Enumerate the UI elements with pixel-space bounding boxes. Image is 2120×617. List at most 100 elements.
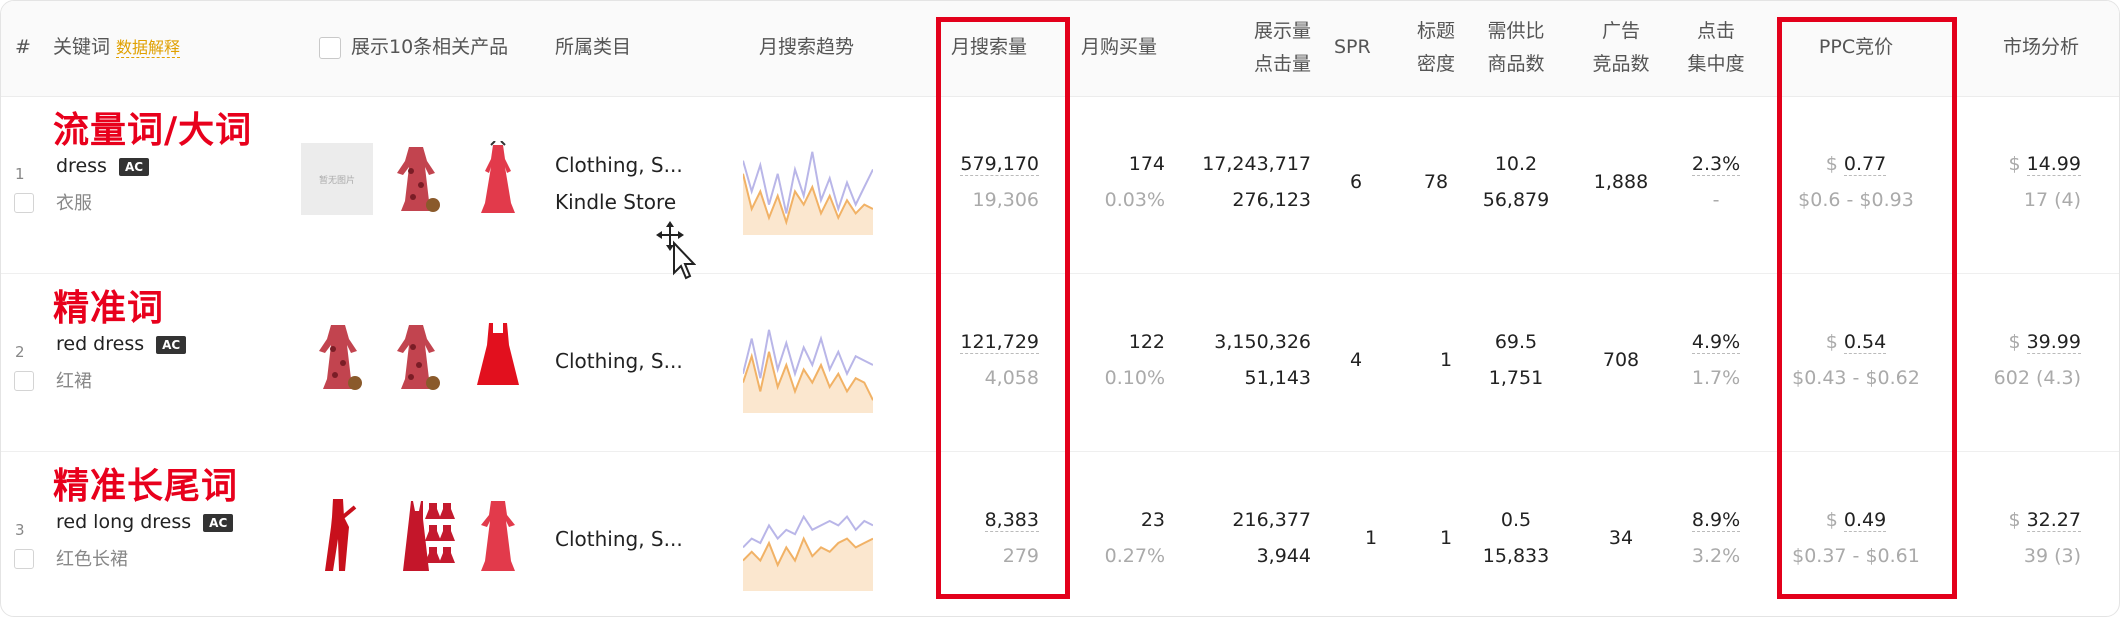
red-dress-icon (481, 501, 515, 571)
row-checkbox[interactable] (14, 193, 34, 213)
product-count-value: 56,879 (1482, 189, 1550, 211)
header-click-conc-line1: 点击 (1696, 20, 1735, 42)
market-price[interactable]: $ 32.27 (1991, 509, 2081, 532)
supply-demand-value: 69.5 (1494, 331, 1538, 353)
ppc-highlight-box (1777, 17, 1957, 599)
header-impressions-label: 展示量 (1253, 20, 1311, 42)
ac-badge: AC (156, 335, 187, 354)
row-index: 1 (15, 165, 25, 183)
search-trend-chart[interactable] (742, 495, 874, 591)
data-explain-link[interactable]: 数据解释 (116, 38, 181, 58)
show-products-label: 展示10条相关产品 (351, 36, 509, 58)
market-sub: 17 (4) (2023, 189, 2081, 211)
product-thumbnail[interactable] (471, 319, 525, 397)
clicks-value: 3,944 (1256, 545, 1311, 567)
row-checkbox[interactable] (14, 549, 34, 569)
category-cell[interactable]: Clothing, S... (555, 343, 683, 380)
move-cursor-icon (656, 221, 696, 280)
header-market[interactable]: 市场分析 (1991, 31, 2091, 64)
keyword-cell[interactable]: dress AC (56, 155, 150, 177)
product-thumbnail[interactable] (389, 141, 443, 219)
category-cell[interactable]: Clothing, S... (555, 521, 683, 558)
row-checkbox[interactable] (14, 371, 34, 391)
floral-dress-icon (319, 325, 362, 390)
header-keyword-label: 关键词 (53, 36, 111, 58)
long-red-dress-icon (325, 499, 357, 571)
trend-line-purple (742, 329, 874, 379)
market-price[interactable]: $ 14.99 (1991, 153, 2081, 176)
monthly-search-highlight-box (936, 17, 1070, 599)
product-thumbnail[interactable] (389, 319, 443, 397)
product-thumbnail[interactable] (471, 497, 525, 575)
row-annotation-tag: 精准长尾词 (53, 466, 239, 507)
clicks-value: 276,123 (1232, 189, 1311, 211)
market-price[interactable]: $ 39.99 (1991, 331, 2081, 354)
row-annotation-tag: 流量词/大词 (53, 110, 253, 151)
header-supply-demand-line2: 商品数 (1487, 53, 1545, 75)
spr-value: 4 (1349, 349, 1363, 371)
keyword-cell[interactable]: red dress AC (56, 333, 187, 355)
floral-dress-icon (397, 147, 440, 212)
header-ads[interactable]: 广告 竞品数 (1586, 15, 1656, 81)
header-spr[interactable]: SPR (1334, 31, 1371, 64)
keyword-cell[interactable]: red long dress AC (56, 511, 234, 533)
header-monthly-purchase[interactable]: 月购买量 (1081, 31, 1157, 64)
header-ads-line1: 广告 (1601, 20, 1640, 42)
search-trend-chart[interactable] (742, 317, 874, 413)
header-category: 所属类目 (555, 36, 632, 58)
row-annotation-tag: 精准词 (53, 288, 165, 329)
header-title-density-line1: 标题 (1416, 20, 1455, 42)
category-item[interactable]: Clothing, S... (555, 147, 683, 184)
product-thumbnail[interactable] (311, 319, 365, 397)
category-cell[interactable]: Clothing, S... Kindle Store (555, 147, 683, 221)
product-thumbnail[interactable] (471, 140, 525, 219)
ads-count-value: 34 (1608, 527, 1634, 549)
row-index: 2 (15, 343, 25, 361)
monthly-purchase-rate: 0.10% (1104, 367, 1165, 389)
impressions-value: 3,150,326 (1214, 331, 1311, 353)
product-count-value: 15,833 (1482, 545, 1550, 567)
header-impressions[interactable]: 展示量 点击量 (1231, 15, 1311, 81)
spr-value: 6 (1349, 171, 1363, 193)
show-products-checkbox[interactable] (319, 36, 341, 59)
monthly-purchase-rate: 0.03% (1104, 189, 1165, 211)
monthly-purchase-rate: 0.27% (1104, 545, 1165, 567)
header-click-conc-line2: 集中度 (1687, 53, 1745, 75)
show-products-toggle[interactable]: 展示10条相关产品 (319, 31, 508, 64)
title-density-value: 78 (1423, 171, 1449, 193)
keyword-text[interactable]: red long dress (56, 511, 191, 533)
keyword-text[interactable]: red dress (56, 333, 144, 355)
monthly-purchase-value: 122 (1128, 331, 1165, 353)
search-trend-chart[interactable] (742, 139, 874, 235)
click-concentration-value[interactable]: 8.9% (1681, 509, 1751, 532)
keyword-translation: 衣服 (56, 193, 92, 214)
sparkline-svg (742, 329, 874, 413)
sparkline-svg (742, 514, 874, 591)
header-supply-demand[interactable]: 需供比 商品数 (1481, 15, 1551, 81)
monthly-purchase-value: 23 (1140, 509, 1165, 531)
keyword-text[interactable]: dress (56, 155, 107, 177)
click-concentration-sub: 1.7% (1691, 367, 1741, 389)
category-item[interactable]: Clothing, S... (555, 521, 683, 558)
click-concentration-value[interactable]: 2.3% (1681, 153, 1751, 176)
click-concentration-value[interactable]: 4.9% (1681, 331, 1751, 354)
product-count-value: 1,751 (1488, 367, 1544, 389)
clicks-value: 51,143 (1244, 367, 1311, 389)
category-item[interactable]: Clothing, S... (555, 343, 683, 380)
market-sub: 602 (4.3) (1993, 367, 2081, 389)
header-title-density-line2: 密度 (1416, 53, 1455, 75)
product-thumbnail[interactable]: 暂无图片 (301, 143, 373, 221)
header-title-density[interactable]: 标题 密度 (1411, 15, 1461, 81)
header-click-concentration[interactable]: 点击 集中度 (1681, 15, 1751, 81)
category-item[interactable]: Kindle Store (555, 184, 683, 221)
monthly-purchase-value: 174 (1128, 153, 1165, 175)
keyword-translation: 红色长裙 (56, 549, 128, 570)
product-thumbnail[interactable] (411, 497, 465, 575)
ac-badge: AC (203, 513, 234, 532)
click-concentration-sub: 3.2% (1691, 545, 1741, 567)
red-dress-icon (477, 323, 519, 385)
product-thumbnail[interactable] (311, 497, 365, 575)
floral-dress-icon (397, 325, 440, 390)
header-supply-demand-line1: 需供比 (1487, 20, 1545, 42)
ac-badge: AC (118, 157, 150, 176)
